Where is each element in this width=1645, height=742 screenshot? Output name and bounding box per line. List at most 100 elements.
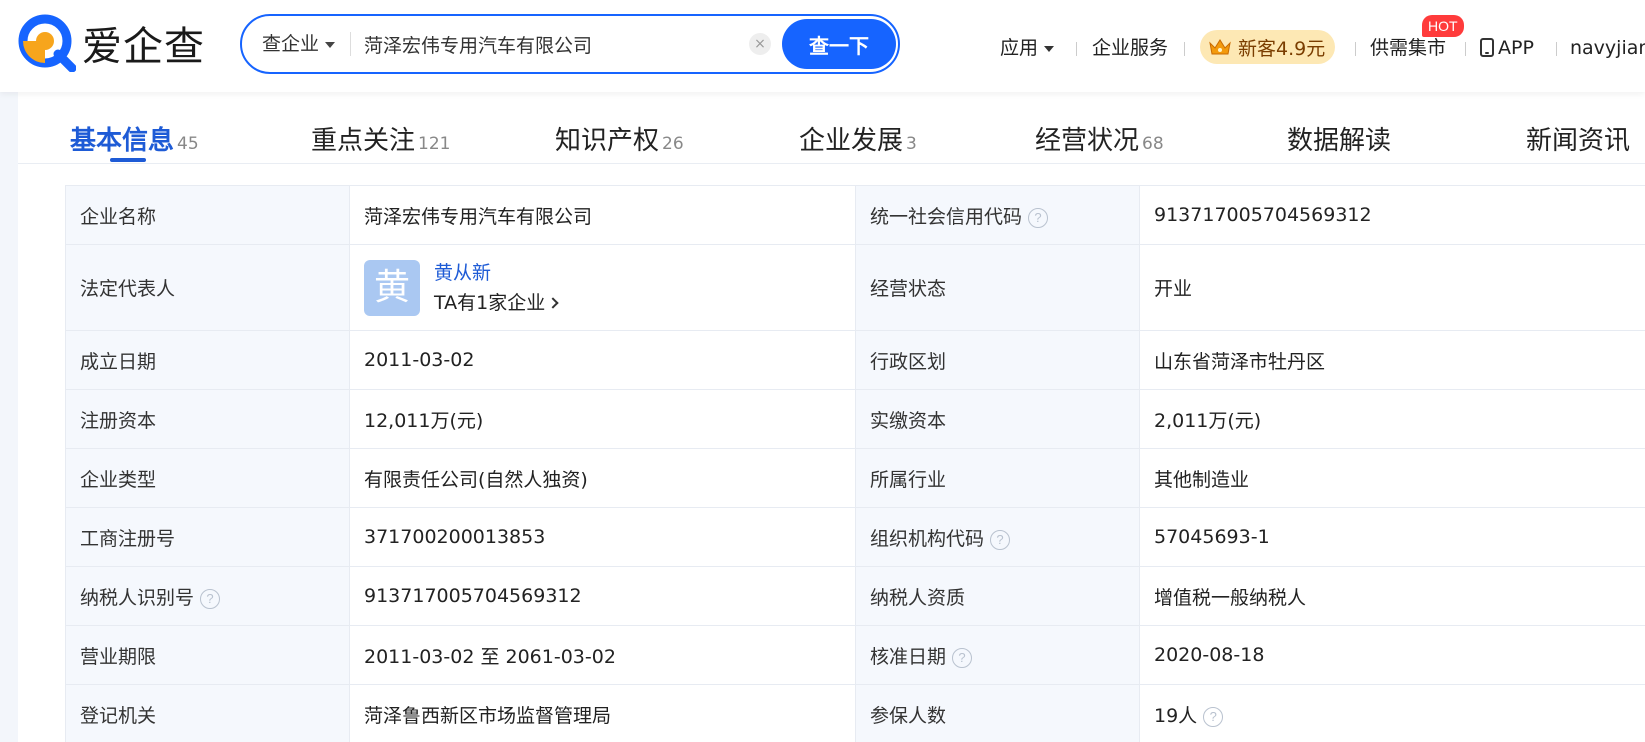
nav-divider (1556, 42, 1557, 56)
tab-label: 数据解读 (1287, 126, 1392, 156)
tab-bar: 基本信息 45 重点关注 121 知识产权 26 企业发展 3 经营状况 68 数据解读 … (18, 92, 1645, 164)
tab-news[interactable]: 新闻资讯 (1526, 120, 1630, 157)
insured-value: 19人 (1154, 704, 1198, 727)
tab-ip[interactable]: 知识产权 26 (555, 120, 684, 157)
nav-divider (1076, 42, 1077, 56)
table-row: 注册资本 12,011万(元) 实缴资本 2,011万(元) (65, 389, 1645, 449)
question-icon[interactable]: ? (1203, 706, 1224, 727)
paid-capital-label: 实缴资本 (855, 389, 1140, 449)
logo-q-icon (18, 14, 76, 72)
nav-app[interactable]: APP (1480, 0, 1534, 92)
authority-value: 菏泽鲁西新区市场监督管理局 (349, 684, 856, 742)
nav-divider (1465, 42, 1466, 56)
legal-rep-name-link[interactable]: 黄从新 (434, 258, 557, 288)
nav-supply-market[interactable]: 供需集市 (1370, 0, 1446, 92)
table-row: 企业名称 菏泽宏伟专用汽车有限公司 统一社会信用代码? 913717005704… (65, 185, 1645, 245)
legal-rep-text: 黄从新 TA有1家企业 (434, 258, 559, 318)
industry-label: 所属行业 (855, 448, 1140, 508)
tab-label: 基本信息 (70, 126, 175, 156)
caret-down-icon (1044, 45, 1055, 52)
tab-label: 重点关注 (311, 126, 416, 156)
org-code-value: 57045693-1 (1139, 507, 1645, 567)
taxpayer-qual-label: 纳税人资质 (855, 566, 1140, 626)
org-code-label: 组织机构代码? (855, 507, 1140, 567)
tab-count: 26 (662, 134, 684, 154)
nav-enterprise-services[interactable]: 企业服务 (1092, 0, 1168, 92)
founded-value: 2011-03-02 (349, 330, 856, 390)
caret-down-icon (325, 41, 336, 48)
question-icon[interactable]: ? (200, 588, 221, 609)
taxpayer-id-value: 913717005704569312 (349, 566, 856, 626)
tab-label: 经营状况 (1035, 126, 1140, 156)
legal-rep-companies-text: TA有1家企业 (434, 291, 546, 314)
nav-apps-label: 应用 (1000, 37, 1039, 59)
table-row: 营业期限 2011-03-02 至 2061-03-02 核准日期? 2020-… (65, 625, 1645, 685)
search-box: 查企业 × 查一下 (240, 14, 900, 74)
insured-cell: 19人? (1139, 684, 1645, 742)
legal-rep-companies-link[interactable]: TA有1家企业 (434, 288, 559, 318)
tab-basic-info[interactable]: 基本信息 45 (70, 120, 199, 157)
tab-count: 45 (177, 134, 199, 154)
reg-capital-label: 注册资本 (65, 389, 350, 449)
vip-promo-label: 新客4.9元 (1238, 37, 1326, 60)
tab-label: 新闻资讯 (1526, 126, 1631, 156)
table-row: 登记机关 菏泽鲁西新区市场监督管理局 参保人数 19人? (65, 684, 1645, 742)
tab-count: 121 (418, 134, 451, 154)
nav-divider (1184, 42, 1185, 56)
company-name-label: 企业名称 (65, 185, 350, 245)
approval-date-label: 核准日期? (855, 625, 1140, 685)
hot-badge: HOT (1422, 15, 1464, 37)
legal-rep-cell: 黄 黄从新 TA有1家企业 (349, 244, 856, 331)
nav-app-label: APP (1498, 37, 1534, 59)
content-panel: 基本信息 45 重点关注 121 知识产权 26 企业发展 3 经营状况 68 数据解读 … (18, 92, 1645, 742)
top-header: 爱企查 查企业 × 查一下 应用 企业服务 新客4.9元 供需集市 HOT AP… (0, 0, 1645, 92)
insured-label: 参保人数 (855, 684, 1140, 742)
nav-apps[interactable]: 应用 (1000, 0, 1055, 92)
vip-promo-button[interactable]: 新客4.9元 (1200, 30, 1336, 64)
search-divider (350, 32, 351, 56)
user-menu[interactable]: navyjiang (1570, 0, 1645, 92)
crown-icon (1209, 39, 1231, 55)
nav-divider (1355, 42, 1356, 56)
credit-code-label: 统一社会信用代码? (855, 185, 1140, 245)
legal-rep: 黄 黄从新 TA有1家企业 (364, 258, 841, 318)
search-input[interactable] (364, 24, 784, 64)
basic-info-table: 企业名称 菏泽宏伟专用汽车有限公司 统一社会信用代码? 913717005704… (65, 185, 1645, 742)
table-row: 企业类型 有限责任公司(自然人独资) 所属行业 其他制造业 (65, 448, 1645, 508)
table-row: 工商注册号 371700200013853 组织机构代码? 57045693-1 (65, 507, 1645, 567)
company-name-value: 菏泽宏伟专用汽车有限公司 (349, 185, 856, 245)
taxpayer-id-label: 纳税人识别号? (65, 566, 350, 626)
chevron-right-icon (547, 296, 559, 309)
table-row: 法定代表人 黄 黄从新 TA有1家企业 经营状态 开业 (65, 244, 1645, 331)
industry-value: 其他制造业 (1139, 448, 1645, 508)
tab-key-focus[interactable]: 重点关注 121 (311, 120, 450, 157)
tab-operations[interactable]: 经营状况 68 (1035, 120, 1164, 157)
logo[interactable]: 爱企查 (18, 14, 205, 72)
question-icon[interactable]: ? (952, 647, 973, 668)
credit-code-value: 913717005704569312 (1139, 185, 1645, 245)
status-label: 经营状态 (855, 244, 1140, 331)
tab-label: 知识产权 (555, 126, 660, 156)
search-type-label: 查企业 (262, 33, 320, 55)
taxpayer-id-label-text: 纳税人识别号 (80, 586, 195, 609)
tab-development[interactable]: 企业发展 3 (799, 120, 917, 157)
credit-code-label-text: 统一社会信用代码 (870, 205, 1023, 228)
avatar[interactable]: 黄 (364, 259, 420, 316)
region-value: 山东省菏泽市牡丹区 (1139, 330, 1645, 390)
org-code-label-text: 组织机构代码 (870, 527, 985, 550)
search-button[interactable]: 查一下 (782, 19, 896, 69)
phone-icon (1480, 38, 1494, 57)
biz-reg-no-label: 工商注册号 (65, 507, 350, 567)
table-row: 成立日期 2011-03-02 行政区划 山东省菏泽市牡丹区 (65, 330, 1645, 390)
clear-icon[interactable]: × (749, 33, 771, 55)
status-value: 开业 (1139, 244, 1645, 331)
search-type-dropdown[interactable]: 查企业 (262, 16, 336, 72)
tab-data-insights[interactable]: 数据解读 (1287, 120, 1391, 157)
paid-capital-value: 2,011万(元) (1139, 389, 1645, 449)
biz-reg-no-value: 371700200013853 (349, 507, 856, 567)
approval-date-value: 2020-08-18 (1139, 625, 1645, 685)
question-icon[interactable]: ? (1028, 207, 1049, 228)
logo-text: 爱企查 (82, 24, 205, 70)
company-type-value: 有限责任公司(自然人独资) (349, 448, 856, 508)
question-icon[interactable]: ? (990, 529, 1011, 550)
